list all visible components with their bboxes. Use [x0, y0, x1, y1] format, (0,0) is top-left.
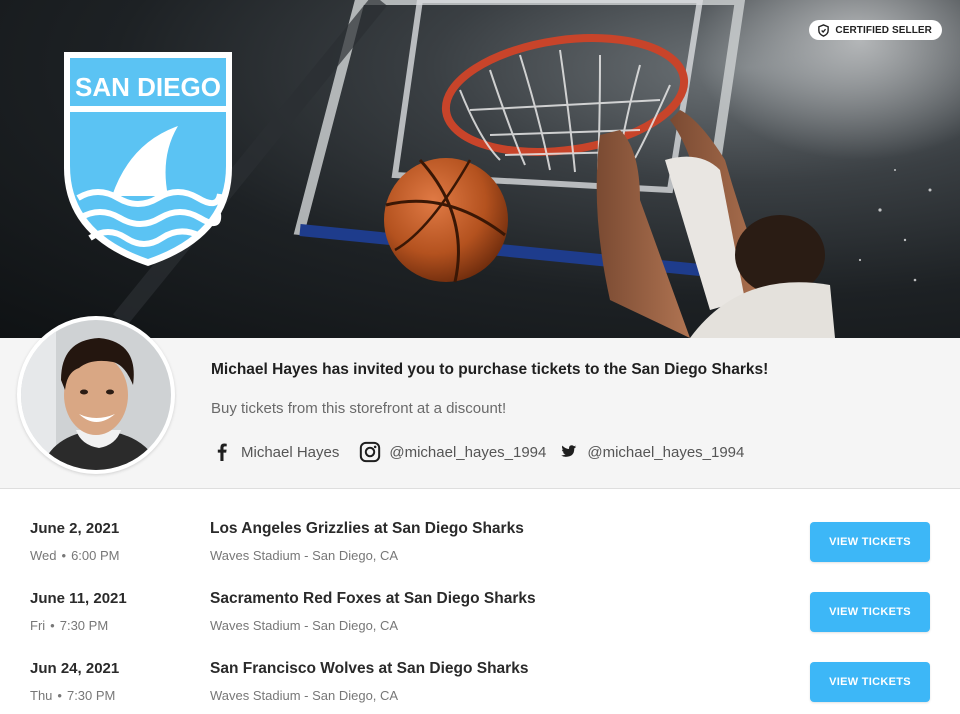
hero-banner: CERTIFIED SELLER SAN DIEGO — [0, 0, 960, 338]
event-name: Sacramento Red Foxes at San Diego Sharks — [210, 590, 536, 607]
separator-dot: • — [57, 688, 62, 703]
team-logo-text: SAN DIEGO — [75, 72, 221, 102]
invite-subtitle: Buy tickets from this storefront at a di… — [211, 400, 507, 417]
event-name: Los Angeles Grizzlies at San Diego Shark… — [210, 520, 524, 537]
event-row: June 11, 2021 Fri • 7:30 PM Sacramento Red… — [0, 559, 960, 633]
event-date: June 2, 2021 — [30, 520, 120, 537]
event-day-time: Thu • 7:30 PM — [30, 688, 115, 703]
twitter-link[interactable]: @michael_hayes_1994 — [558, 441, 744, 463]
shield-check-icon — [818, 23, 830, 37]
instagram-link[interactable]: @michael_hayes_1994 — [358, 441, 546, 463]
twitter-handle: @michael_hayes_1994 — [587, 443, 745, 461]
seller-avatar — [17, 316, 175, 474]
event-row: Jun 24, 2021 Thu • 7:30 PM San Francisco W… — [0, 629, 960, 703]
certified-seller-label: CERTIFIED SELLER — [835, 24, 932, 36]
facebook-icon — [217, 443, 227, 461]
certified-seller-badge: CERTIFIED SELLER — [809, 20, 942, 40]
event-date: Jun 24, 2021 — [30, 660, 120, 677]
event-date: June 11, 2021 — [30, 590, 127, 607]
invite-title: Michael Hayes has invited you to purchas… — [211, 361, 769, 378]
instagram-handle: @michael_hayes_1994 — [389, 443, 547, 461]
view-tickets-button[interactable]: VIEW TICKETS — [810, 592, 930, 632]
twitter-icon — [561, 445, 577, 457]
view-tickets-button[interactable]: VIEW TICKETS — [810, 662, 930, 702]
event-day: Thu — [30, 688, 53, 703]
view-tickets-button[interactable]: VIEW TICKETS — [810, 522, 930, 562]
facebook-name: Michael Hayes — [241, 443, 340, 461]
instagram-icon — [360, 441, 381, 463]
event-name: San Francisco Wolves at San Diego Sharks — [210, 660, 529, 677]
san-diego-team-logo: SAN DIEGO — [64, 52, 232, 266]
seller-avatar-photo — [21, 320, 171, 470]
social-links: Michael Hayes @michael_hayes_1994 @micha… — [211, 440, 744, 464]
event-time: 7:30 PM — [66, 688, 116, 703]
event-venue: Waves Stadium - San Diego, CA — [210, 688, 399, 703]
facebook-link[interactable]: Michael Hayes — [211, 441, 339, 463]
event-row: June 2, 2021 Wed • 6:00 PM Los Angeles Gri… — [0, 489, 960, 563]
